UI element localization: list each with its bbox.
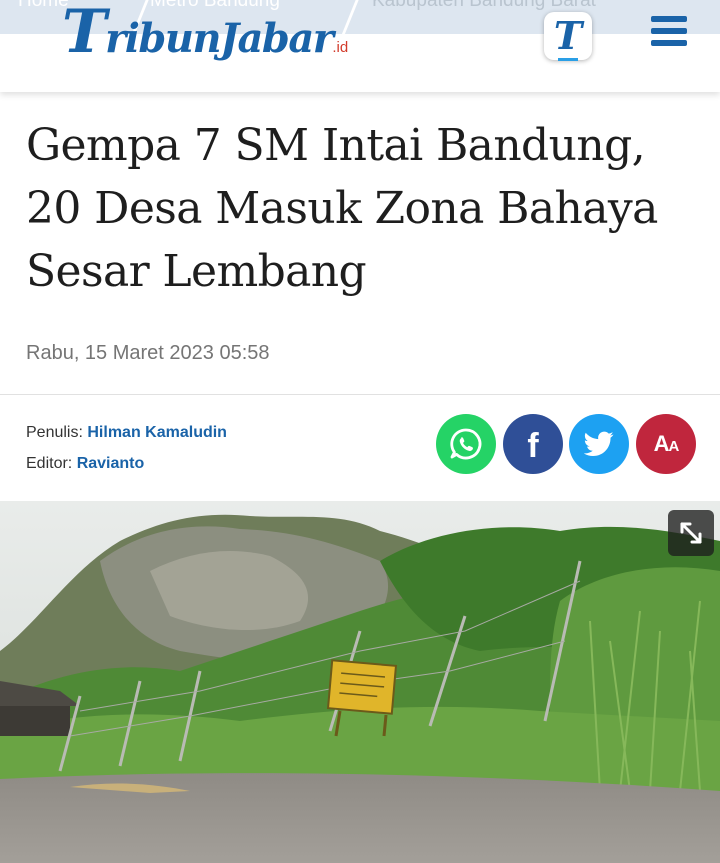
article-title: Gempa 7 SM Intai Bandung, 20 Desa Masuk … — [26, 120, 658, 297]
article-photo[interactable] — [0, 501, 720, 863]
editor-label: Editor: — [26, 455, 73, 472]
font-size-button[interactable]: AA — [636, 414, 696, 474]
writer-label: Penulis: — [26, 424, 83, 441]
divider — [0, 394, 720, 395]
hillside-landscape-image — [0, 501, 720, 863]
app-icon[interactable]: T — [544, 12, 592, 61]
expand-arrows-icon — [680, 522, 702, 544]
twitter-share-button[interactable] — [569, 414, 629, 474]
article-date: Rabu, 15 Maret 2023 05:58 — [26, 342, 270, 364]
hamburger-menu-icon[interactable] — [651, 16, 687, 48]
twitter-icon — [584, 431, 614, 456]
site-header: TribunJabar.id T — [0, 0, 720, 92]
facebook-icon: f — [527, 427, 539, 465]
writer-credit: Penulis: Hilman Kamaludin — [26, 424, 227, 442]
editor-link[interactable]: Ravianto — [77, 455, 145, 472]
editor-credit: Editor: Ravianto — [26, 455, 144, 473]
expand-icon[interactable] — [668, 510, 714, 556]
whatsapp-share-button[interactable] — [436, 414, 496, 474]
whatsapp-icon — [450, 428, 482, 460]
writer-link[interactable]: Hilman Kamaludin — [87, 424, 227, 441]
font-size-icon: AA — [653, 431, 680, 456]
tribunjabar-logo[interactable]: TribunJabar.id — [62, 2, 348, 62]
facebook-share-button[interactable]: f — [503, 414, 563, 474]
